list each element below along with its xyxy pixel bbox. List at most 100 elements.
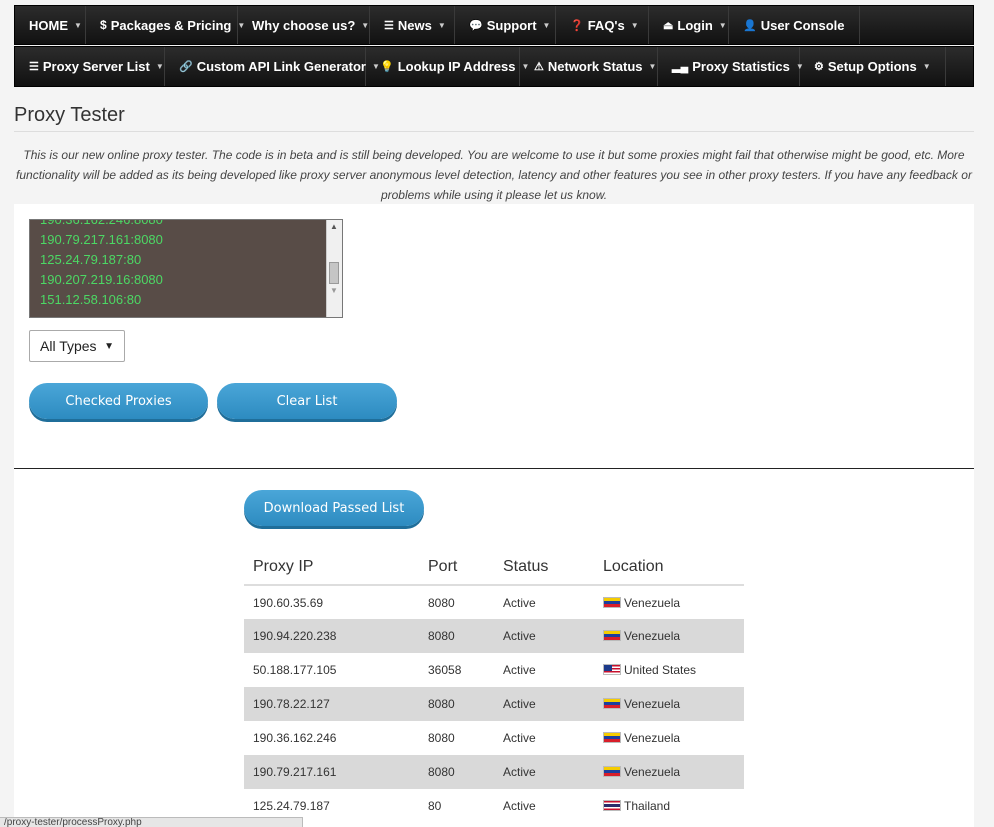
nav-item-faq-s[interactable]: ❓ FAQ's ▼: [556, 6, 649, 44]
cell-port: 36058: [428, 663, 462, 677]
nav-item-proxy-statistics[interactable]: ▂▄ Proxy Statistics ▼: [658, 47, 804, 86]
flag-ve-icon: [603, 766, 621, 777]
flag-th-icon: [603, 800, 621, 811]
location-name: Venezuela: [624, 629, 681, 643]
table-row: 190.79.217.161 8080 Active Venezuela: [244, 755, 744, 789]
nav-item-packages-pricing[interactable]: $ Packages & Pricing ▼: [86, 6, 245, 44]
nav-item-label: Proxy Server List: [42, 59, 150, 74]
proxy-line: 190.207.219.16:8080: [40, 272, 163, 287]
nav-item-news[interactable]: ☰ News ▼: [370, 6, 455, 44]
dollar-icon: $: [100, 18, 107, 32]
nav-item-why-choose-us[interactable]: Why choose us? ▼: [238, 6, 370, 44]
cell-status: Active: [503, 731, 536, 745]
cell-status: Active: [503, 799, 536, 813]
proxy-list-textarea[interactable]: 190.36.162.246:8080 190.79.217.161:8080 12…: [29, 219, 343, 318]
cell-location: Venezuela: [594, 619, 744, 653]
cell-port: 8080: [419, 755, 494, 789]
signal-bars-icon: ▂▄: [672, 61, 689, 73]
proxy-list-scrollbar[interactable]: ▲ ▼: [326, 220, 342, 317]
proxy-line: 151.12.58.106:80: [40, 292, 142, 307]
cell-location: United States: [594, 653, 744, 687]
scroll-up-arrow-icon[interactable]: ▲: [330, 222, 338, 231]
results-table: Proxy IP Port Status Location 190.60.35.…: [244, 550, 744, 823]
caret-down-icon: ▼: [542, 20, 551, 30]
nav-item-user-console[interactable]: 👤 User Console: [729, 6, 860, 44]
warning-icon: ⚠: [534, 61, 544, 73]
cell-location: Venezuela: [594, 585, 744, 619]
cell-location: Venezuela: [594, 687, 744, 721]
primary-nav: HOME ▼ $ Packages & Pricing ▼ Why choose us? ▼…: [14, 5, 974, 45]
table-row: 125.24.79.187 80 Active Thailand: [244, 789, 744, 823]
flag-us-icon: [603, 664, 621, 675]
cell-port: 8080: [428, 595, 455, 610]
location-name: United States: [624, 663, 697, 677]
nav-item-label: News: [397, 17, 432, 33]
gear-icon: ⚙: [814, 61, 824, 73]
nav-item-network-status[interactable]: ⚠ Network Status ▼: [520, 47, 658, 86]
cell-port: 8080: [428, 731, 455, 745]
table-header-row: Proxy IP Port Status Location: [244, 550, 744, 586]
table-row: 190.78.22.127 8080 Active Venezuela: [244, 687, 744, 721]
column-header-port: Port: [419, 550, 494, 586]
location-name: Venezuela: [624, 697, 681, 711]
proxy-line: 190.36.162.246:8080: [40, 219, 163, 227]
cell-ip: 190.36.162.246: [253, 731, 337, 745]
caret-down-icon: ▼: [718, 20, 727, 30]
nav-item-label: Login: [677, 17, 713, 33]
question-circle-icon: ❓: [570, 19, 584, 32]
checked-proxies-button[interactable]: Checked Proxies: [29, 383, 208, 419]
nav-item-label: FAQ's: [587, 17, 625, 33]
section-divider: [14, 468, 974, 469]
flag-ve-icon: [603, 732, 621, 743]
cell-port: 8080: [419, 687, 494, 721]
nav-item-label: Packages & Pricing: [110, 17, 232, 33]
proxy-type-value: All Types: [40, 338, 97, 354]
caret-down-icon: ▼: [630, 20, 639, 30]
nav-item-label: Custom API Link Generator: [196, 59, 366, 74]
cell-port: 8080: [419, 619, 494, 653]
secondary-nav: ☰ Proxy Server List ▼ 🔗 Custom API Link Gene…: [14, 46, 974, 87]
cell-status: Active: [494, 687, 594, 721]
list-icon: ☰: [29, 61, 39, 73]
intro-text: This is our new online proxy tester. The…: [16, 148, 972, 202]
nav-item-login[interactable]: ⏏ Login ▼: [649, 6, 729, 44]
download-passed-list-button[interactable]: Download Passed List: [244, 490, 424, 526]
flag-ve-icon: [603, 698, 621, 709]
clear-list-button[interactable]: Clear List: [217, 383, 397, 419]
cell-location: Venezuela: [594, 755, 744, 789]
cell-status: Active: [494, 755, 594, 789]
nav-item-lookup-ip-address[interactable]: 💡 Lookup IP Address ▼: [366, 47, 529, 86]
lightbulb-icon: 💡: [380, 61, 394, 73]
scroll-down-arrow-icon[interactable]: ▼: [330, 286, 338, 295]
caret-down-icon: ▼: [922, 62, 931, 71]
cell-location: Thailand: [594, 789, 744, 823]
nav-item-label: Proxy Statistics: [692, 59, 790, 74]
cell-ip: 50.188.177.105: [253, 663, 337, 677]
cell-ip: 190.94.220.238: [244, 619, 419, 653]
proxy-type-select[interactable]: All Types ▼: [29, 330, 125, 362]
column-header-status: Status: [494, 550, 594, 586]
flag-ve-icon: [603, 596, 621, 608]
nav-item-proxy-server-list[interactable]: ☰ Proxy Server List ▼: [15, 47, 165, 86]
nav-item-setup-options[interactable]: ⚙ Setup Options ▼: [800, 47, 946, 86]
cell-status: Active: [503, 663, 536, 677]
nav-item-custom-api-link-generator[interactable]: 🔗 Custom API Link Generator ▼: [165, 47, 380, 86]
cell-ip: 190.79.217.161: [244, 755, 419, 789]
column-header-proxy-ip: Proxy IP: [244, 550, 419, 586]
location-name: Venezuela: [624, 731, 681, 745]
caret-down-icon: ▼: [155, 62, 164, 71]
title-divider: [14, 131, 974, 132]
nav-item-label: HOME: [29, 17, 68, 33]
browser-status-bar: /proxy-tester/processProxy.php: [0, 817, 303, 827]
table-row: 190.36.162.246 8080 Active Venezuela: [244, 721, 744, 755]
caret-down-icon: ▼: [74, 20, 82, 30]
cell-ip: 190.78.22.127: [244, 687, 419, 721]
location-name: Thailand: [624, 799, 671, 813]
nav-item-label: Why choose us?: [252, 17, 356, 33]
nav-item-home[interactable]: HOME ▼: [15, 6, 86, 44]
caret-down-icon: ▼: [437, 20, 446, 30]
nav-item-support[interactable]: 💬 Support ▼: [455, 6, 556, 44]
location-name: Venezuela: [624, 765, 681, 779]
scroll-thumb[interactable]: [329, 262, 339, 284]
table-row: 50.188.177.105 36058 Active United States: [244, 653, 744, 687]
